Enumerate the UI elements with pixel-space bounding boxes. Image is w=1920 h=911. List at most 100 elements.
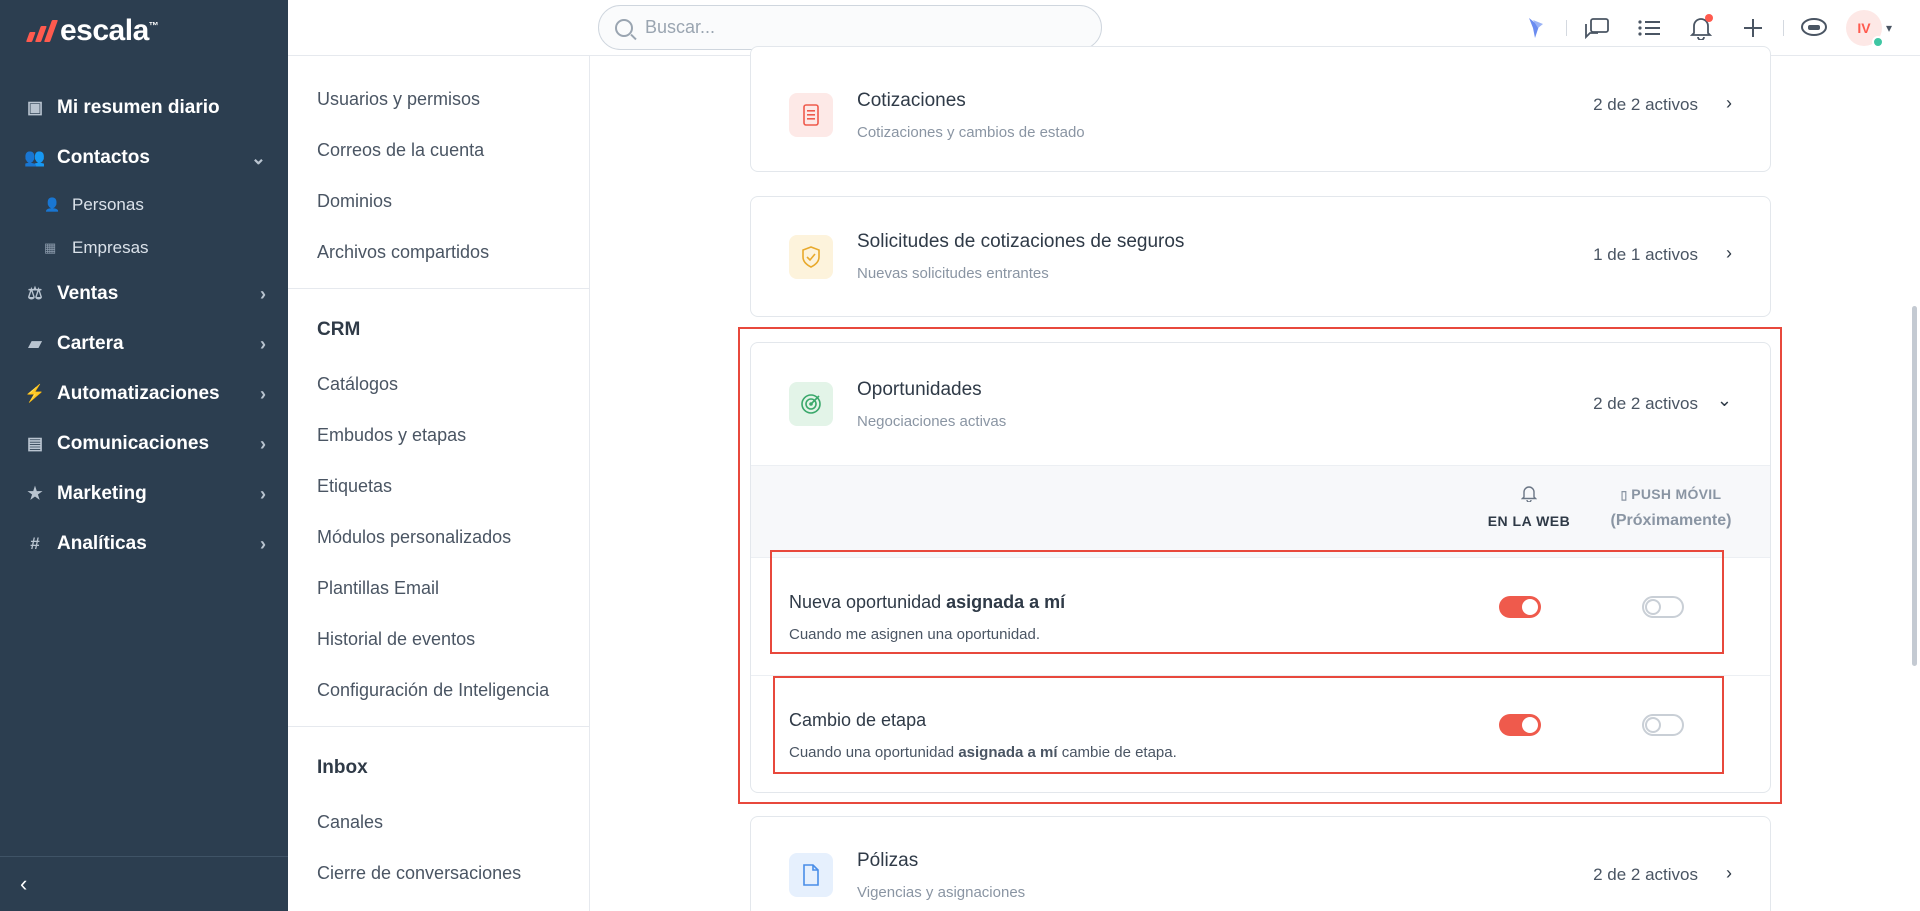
- nav-item-label: Mi resumen diario: [57, 97, 220, 118]
- settings-link-modulos[interactable]: Módulos personalizados: [288, 512, 589, 563]
- active-count: 2 de 2 activos: [1593, 95, 1698, 114]
- nav-item-label: Marketing: [57, 483, 147, 504]
- divider: [288, 288, 589, 289]
- settings-link-historial[interactable]: Historial de eventos: [288, 614, 589, 665]
- brand-name: escala™: [60, 14, 159, 47]
- nav-item-marketing[interactable]: ★ Marketing ›: [0, 469, 288, 519]
- settings-link-embudos[interactable]: Embudos y etapas: [288, 410, 589, 461]
- chevron-down-icon[interactable]: ⌄: [1717, 390, 1732, 411]
- card-title: Cotizaciones: [857, 89, 966, 111]
- user-menu[interactable]: IV ▾: [1845, 10, 1892, 48]
- settings-link-canales[interactable]: Canales: [288, 797, 589, 848]
- divider: [1565, 20, 1567, 36]
- notification-row-cambio-etapa: Cambio de etapa Cuando una oportunidad a…: [751, 675, 1770, 793]
- settings-link-plantillas[interactable]: Plantillas Email: [288, 563, 589, 614]
- settings-link-catalogos[interactable]: Catálogos: [288, 359, 589, 410]
- document-list-icon: [789, 93, 833, 137]
- chevron-right-icon: ›: [260, 283, 266, 304]
- search-icon: [615, 18, 633, 37]
- logo-mark-icon: [25, 20, 59, 42]
- settings-link-dominios[interactable]: Dominios: [288, 176, 589, 227]
- target-icon: [789, 382, 833, 426]
- chevron-right-icon[interactable]: ›: [1726, 243, 1732, 264]
- chevron-right-icon[interactable]: ›: [1726, 93, 1732, 114]
- nav-subitem-empresas[interactable]: ▦ Empresas: [0, 226, 288, 269]
- row-title: Nueva oportunidad asignada a mí: [789, 592, 1066, 612]
- card-polizas: Pólizas Vigencias y asignaciones 2 de 2 …: [750, 816, 1771, 911]
- nav-item-label: Contactos: [57, 147, 150, 168]
- brand-logo[interactable]: escala™: [25, 14, 159, 48]
- chevron-right-icon: ›: [260, 383, 266, 404]
- active-count: 2 de 2 activos: [1593, 865, 1698, 884]
- nav-subitem-personas[interactable]: 👤 Personas: [0, 183, 288, 226]
- wallet-icon: ▰: [28, 334, 42, 353]
- settings-link-archivos[interactable]: Archivos compartidos: [288, 227, 589, 278]
- settings-link-inteligencia[interactable]: Configuración de Inteligencia: [288, 665, 589, 716]
- card-header[interactable]: Cotizaciones Cotizaciones y cambios de e…: [751, 47, 1770, 173]
- chevron-down-icon: ▾: [1885, 21, 1892, 35]
- card-subtitle: Negociaciones activas: [857, 412, 1007, 430]
- main-nav: ▣ Mi resumen diario 👥 Contactos ⌄ 👤 Pers…: [0, 83, 288, 569]
- card-cotizaciones: Cotizaciones Cotizaciones y cambios de e…: [750, 46, 1771, 172]
- web-toggle[interactable]: [1499, 714, 1541, 736]
- card-subtitle: Vigencias y asignaciones: [857, 883, 1026, 901]
- settings-section-crm: CRM: [317, 319, 361, 340]
- column-push-label: ▯ PUSH MÓVIL: [1620, 486, 1722, 502]
- bolt-icon: ⚡: [24, 384, 46, 403]
- card-title: Solicitudes de cotizaciones de seguros: [857, 231, 1185, 252]
- nav-item-cartera[interactable]: ▰ Cartera ›: [0, 319, 288, 369]
- card-header[interactable]: Oportunidades Negociaciones activas 2 de…: [751, 343, 1770, 465]
- column-push-note: (Próximamente): [1610, 512, 1732, 529]
- support-chat-icon[interactable]: [1788, 0, 1840, 56]
- active-count: 2 de 2 activos: [1593, 394, 1698, 413]
- bell-icon: [1479, 484, 1579, 507]
- contacts-icon: 👥: [24, 148, 46, 167]
- nav-item-analiticas[interactable]: # Analíticas ›: [0, 519, 288, 569]
- card-title: Oportunidades: [857, 378, 982, 400]
- chart-icon: ▣: [26, 98, 44, 117]
- column-push: ▯ PUSH MÓVIL (Próximamente): [1606, 486, 1736, 530]
- row-description: Cuando me asignen una oportunidad.: [789, 626, 1041, 643]
- nav-item-label: Analíticas: [57, 533, 147, 554]
- settings-link-cierre[interactable]: Cierre de conversaciones: [288, 848, 589, 899]
- column-web: EN LA WEB: [1479, 484, 1579, 531]
- push-toggle[interactable]: [1642, 714, 1684, 736]
- chevron-right-icon: ›: [260, 483, 266, 504]
- active-count: 1 de 1 activos: [1593, 245, 1698, 264]
- card-header[interactable]: Pólizas Vigencias y asignaciones 2 de 2 …: [751, 817, 1770, 911]
- settings-link-usuarios[interactable]: Usuarios y permisos: [288, 74, 589, 125]
- search-placeholder: Buscar...: [645, 17, 716, 37]
- main-sidebar: escala™ ▣ Mi resumen diario 👥 Contactos …: [0, 0, 288, 911]
- column-web-label: EN LA WEB: [1487, 513, 1571, 529]
- nav-item-automatizaciones[interactable]: ⚡ Automatizaciones ›: [0, 369, 288, 419]
- push-toggle[interactable]: [1642, 596, 1684, 618]
- scrollbar[interactable]: [1912, 306, 1917, 666]
- settings-link-etiquetas[interactable]: Etiquetas: [288, 461, 589, 512]
- nav-item-ventas[interactable]: ⚖ Ventas ›: [0, 269, 288, 319]
- nav-subitem-label: Personas: [72, 194, 144, 214]
- star-icon: ★: [27, 484, 43, 503]
- nav-item-label: Cartera: [57, 333, 124, 354]
- notifications-settings-panel: Cotizaciones Cotizaciones y cambios de e…: [590, 46, 1920, 911]
- hash-icon: #: [30, 534, 40, 553]
- sales-icon: ⚖: [27, 284, 43, 303]
- nav-item-comunicaciones[interactable]: ▤ Comunicaciones ›: [0, 419, 288, 469]
- card-oportunidades: Oportunidades Negociaciones activas 2 de…: [750, 342, 1771, 793]
- card-subtitle: Nuevas solicitudes entrantes: [857, 265, 1049, 282]
- row-description: Cuando una oportunidad asignada a mí cam…: [789, 744, 1177, 761]
- web-toggle[interactable]: [1499, 596, 1541, 618]
- nav-item-resumen[interactable]: ▣ Mi resumen diario: [0, 83, 288, 133]
- nav-item-label: Comunicaciones: [57, 433, 210, 454]
- row-title: Cambio de etapa: [789, 710, 927, 730]
- sidebar-collapse-button[interactable]: ‹: [0, 856, 288, 911]
- card-subtitle: Cotizaciones y cambios de estado: [857, 123, 1085, 141]
- card-header[interactable]: Solicitudes de cotizaciones de seguros N…: [751, 197, 1770, 316]
- settings-link-correos[interactable]: Correos de la cuenta: [288, 125, 589, 176]
- card-title: Pólizas: [857, 849, 919, 871]
- nav-item-contactos[interactable]: 👥 Contactos ⌄: [0, 133, 288, 183]
- chevron-right-icon[interactable]: ›: [1726, 863, 1732, 884]
- card-solicitudes: Solicitudes de cotizaciones de seguros N…: [750, 196, 1771, 317]
- search-input[interactable]: Buscar...: [598, 5, 1102, 50]
- person-icon: 👤: [44, 196, 61, 212]
- notification-dot: [1704, 14, 1713, 22]
